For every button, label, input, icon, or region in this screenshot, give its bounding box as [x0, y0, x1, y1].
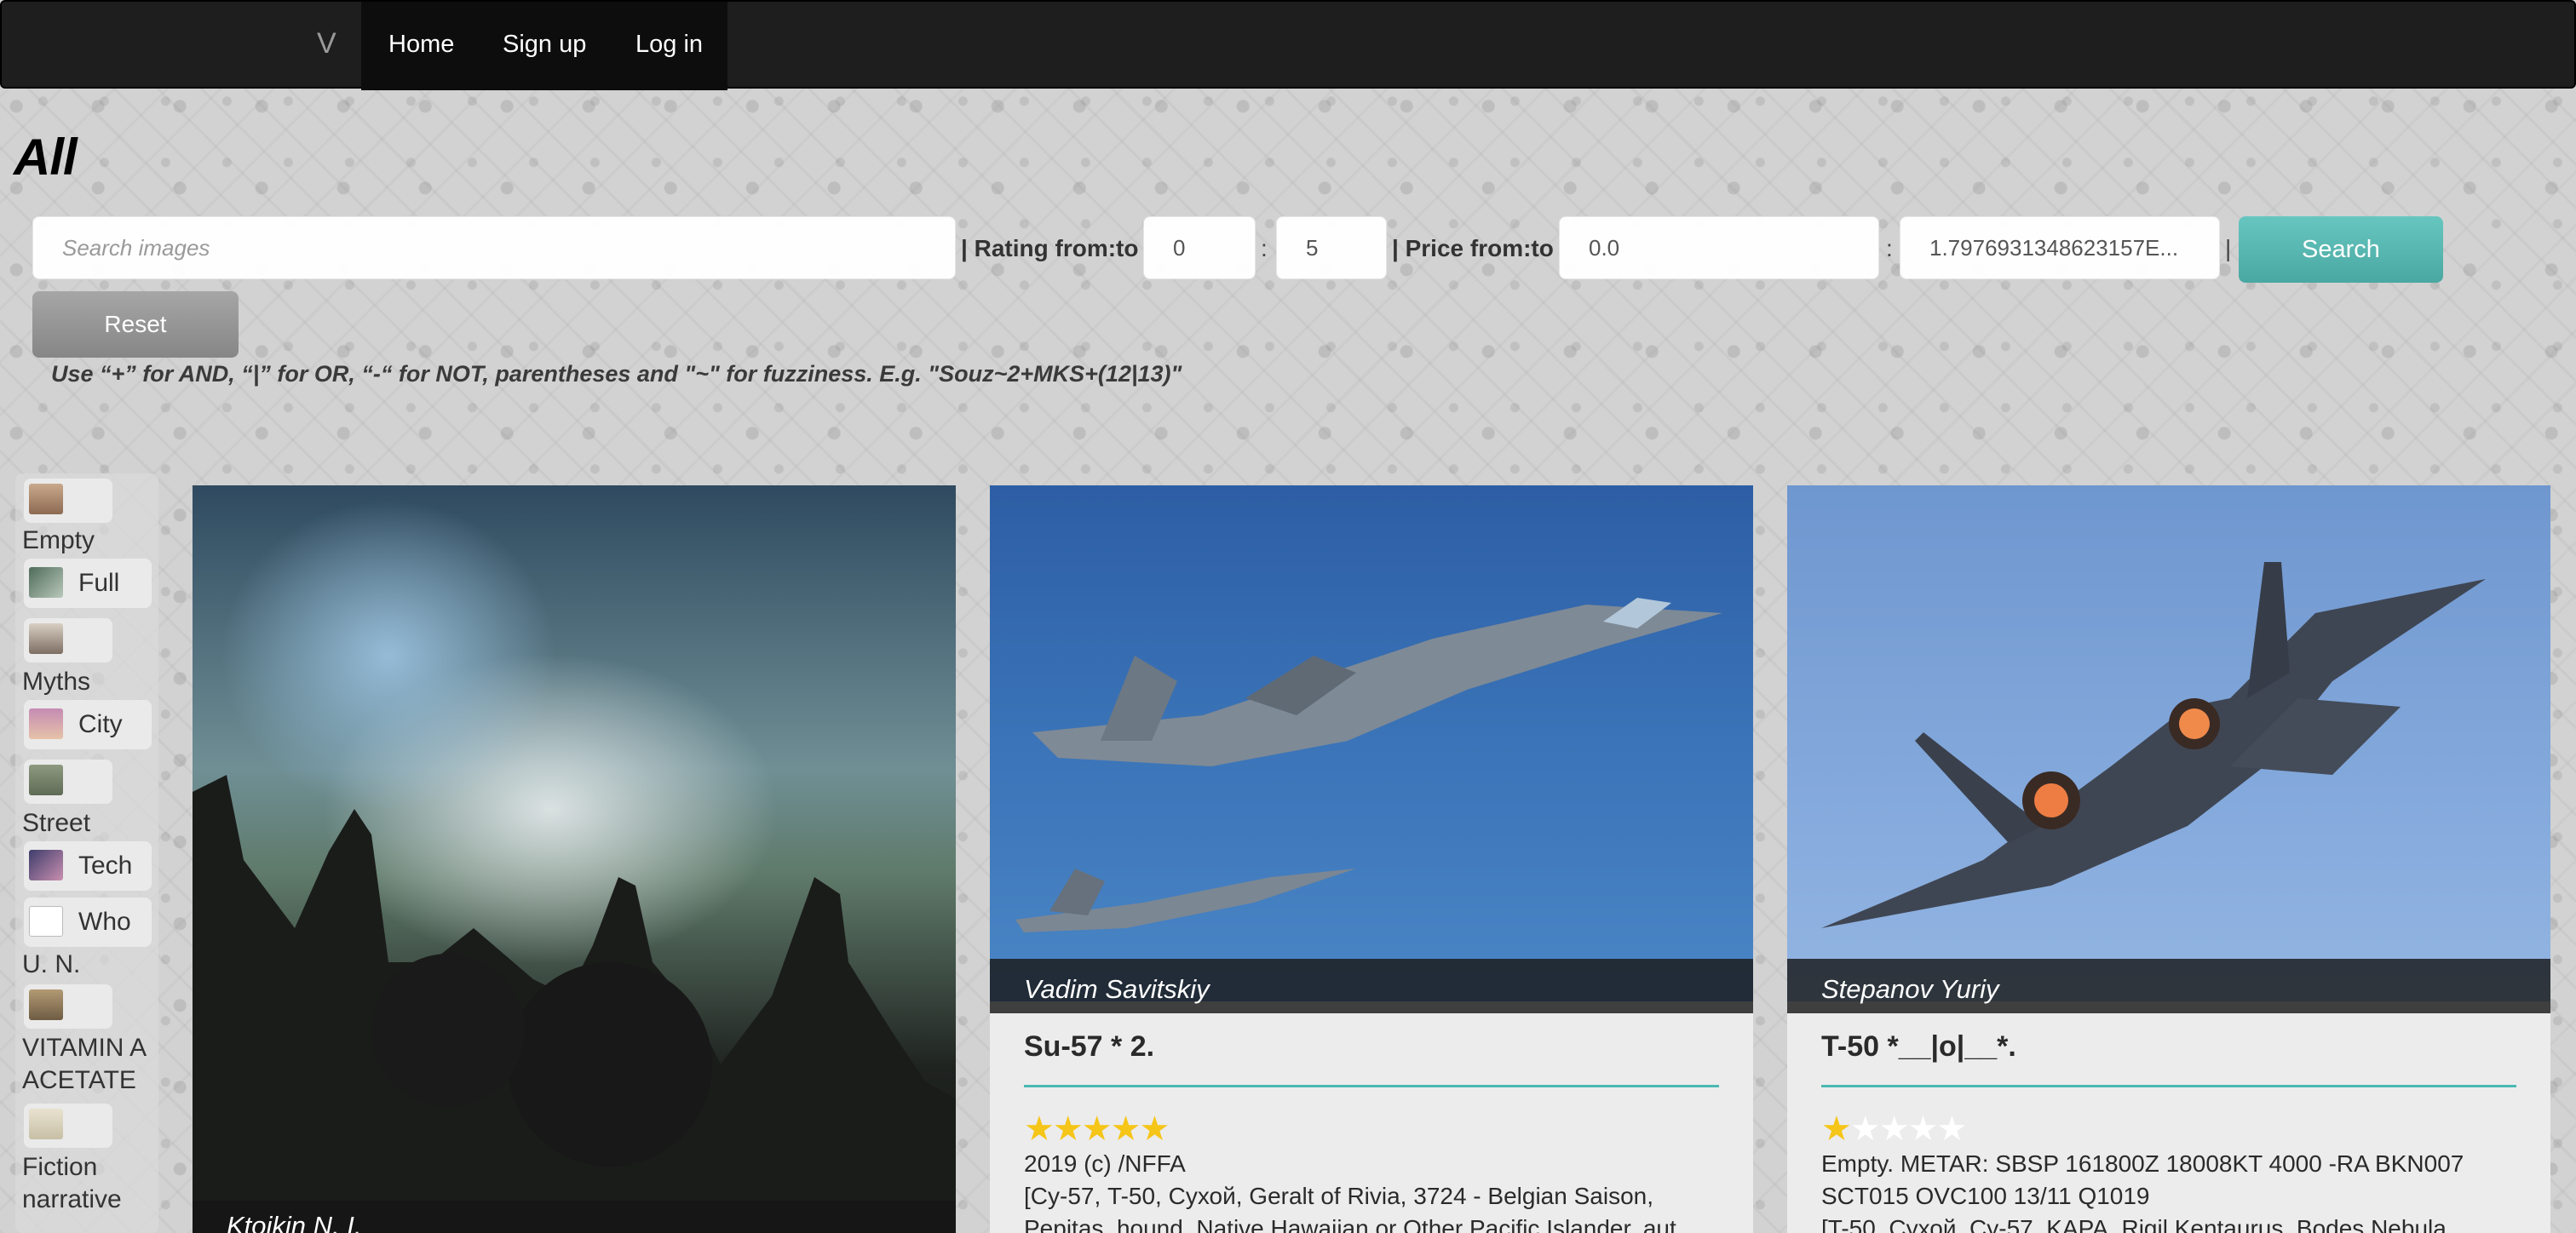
sidebar-item-who[interactable]: Who: [78, 906, 131, 938]
reset-button[interactable]: Reset: [32, 291, 239, 358]
card-author: Vadim Savitskiy: [990, 959, 1753, 1013]
image-card[interactable]: Stepanov Yuriy T-50 *__|o|__*. ★★★★★ Emp…: [1787, 485, 2550, 1233]
pipe-separator: |: [2225, 235, 2232, 261]
nav-signup-link[interactable]: Sign up: [503, 31, 586, 59]
rating-separator: :: [1261, 235, 1268, 261]
category-sidebar: Empty Full Myths City Street Tech Who U.…: [15, 473, 158, 1233]
card-author: Stepanov Yuriy: [1787, 959, 2550, 1013]
rating-from-input[interactable]: 0: [1143, 216, 1256, 279]
star-empty-icon: ★★★★: [1849, 1110, 1967, 1148]
sidebar-item-tech[interactable]: Tech: [78, 850, 132, 882]
price-separator: :: [1886, 235, 1893, 261]
card-description: 2019 (c) /NFFA [Су-57, T-50, Сухой, Gera…: [1024, 1150, 1683, 1233]
brand-logo[interactable]: V: [317, 27, 336, 60]
card-title[interactable]: T-50 *__|o|__*.: [1821, 1030, 2016, 1064]
thumb-icon: [29, 989, 63, 1020]
rating-label: | Rating from:to: [961, 235, 1139, 261]
page-title: All: [14, 129, 78, 186]
crowd-silhouette: [193, 775, 956, 1233]
card-image[interactable]: [193, 485, 956, 1233]
rating-to-input[interactable]: 5: [1276, 216, 1387, 279]
rating-stars: ★★★★★: [1024, 1110, 1170, 1148]
thumb-icon: [29, 484, 63, 514]
star-filled-icon: ★: [1821, 1110, 1852, 1148]
search-hint: Use “+” for AND, “|” for OR, “-“ for NOT…: [51, 361, 1182, 387]
card-image[interactable]: [1787, 485, 2550, 1001]
sidebar-item-full[interactable]: Full: [78, 567, 119, 599]
thumb-icon: [29, 623, 63, 654]
price-from-input[interactable]: 0.0: [1559, 216, 1879, 279]
thumb-icon: [29, 850, 63, 880]
sidebar-item-street[interactable]: Street: [22, 807, 90, 840]
nav-login-link[interactable]: Log in: [635, 31, 703, 59]
image-card[interactable]: Ktoikin N. I.: [193, 485, 956, 1233]
card-author: Ktoikin N. I.: [193, 1201, 956, 1233]
search-button[interactable]: Search: [2239, 216, 2443, 283]
card-description: Empty. METAR: SBSP 161800Z 18008KT 4000 …: [1821, 1150, 2464, 1233]
thumb-icon: [29, 708, 63, 739]
price-label: | Price from:to: [1392, 235, 1554, 261]
sidebar-item-un[interactable]: U. N.: [22, 949, 80, 981]
image-card[interactable]: Vadim Savitskiy Su-57 * 2. ★★★★★ 2019 (c…: [990, 485, 1753, 1233]
card-image[interactable]: [990, 485, 1753, 1001]
nav-home-link[interactable]: Home: [388, 31, 454, 59]
card-title[interactable]: Su-57 * 2.: [1024, 1030, 1154, 1064]
sidebar-item-fiction-narrative[interactable]: Fiction narrative: [22, 1151, 164, 1216]
card-divider: [1821, 1085, 2516, 1087]
thumb-icon: [29, 765, 63, 795]
card-divider: [1024, 1085, 1719, 1087]
sidebar-item-city[interactable]: City: [78, 708, 123, 741]
nav-links: Home Sign up Log in: [361, 2, 727, 90]
sidebar-item-myths[interactable]: Myths: [22, 666, 90, 698]
thumb-icon: [29, 1109, 63, 1139]
sidebar-item-vitamin-a-acetate[interactable]: VITAMIN A ACETATE: [22, 1032, 164, 1097]
thumb-icon: [29, 567, 63, 598]
rating-stars: ★★★★★: [1821, 1110, 1967, 1148]
broken-image-icon: [29, 906, 63, 937]
sidebar-item-empty[interactable]: Empty: [22, 525, 95, 557]
jets-illustration: [1015, 598, 1722, 932]
price-to-input[interactable]: 1.7976931348623157E...: [1900, 216, 2220, 279]
jet-illustration: [1821, 562, 2486, 928]
search-input[interactable]: Search images: [32, 216, 956, 279]
navbar: V Home Sign up Log in: [0, 0, 2576, 90]
